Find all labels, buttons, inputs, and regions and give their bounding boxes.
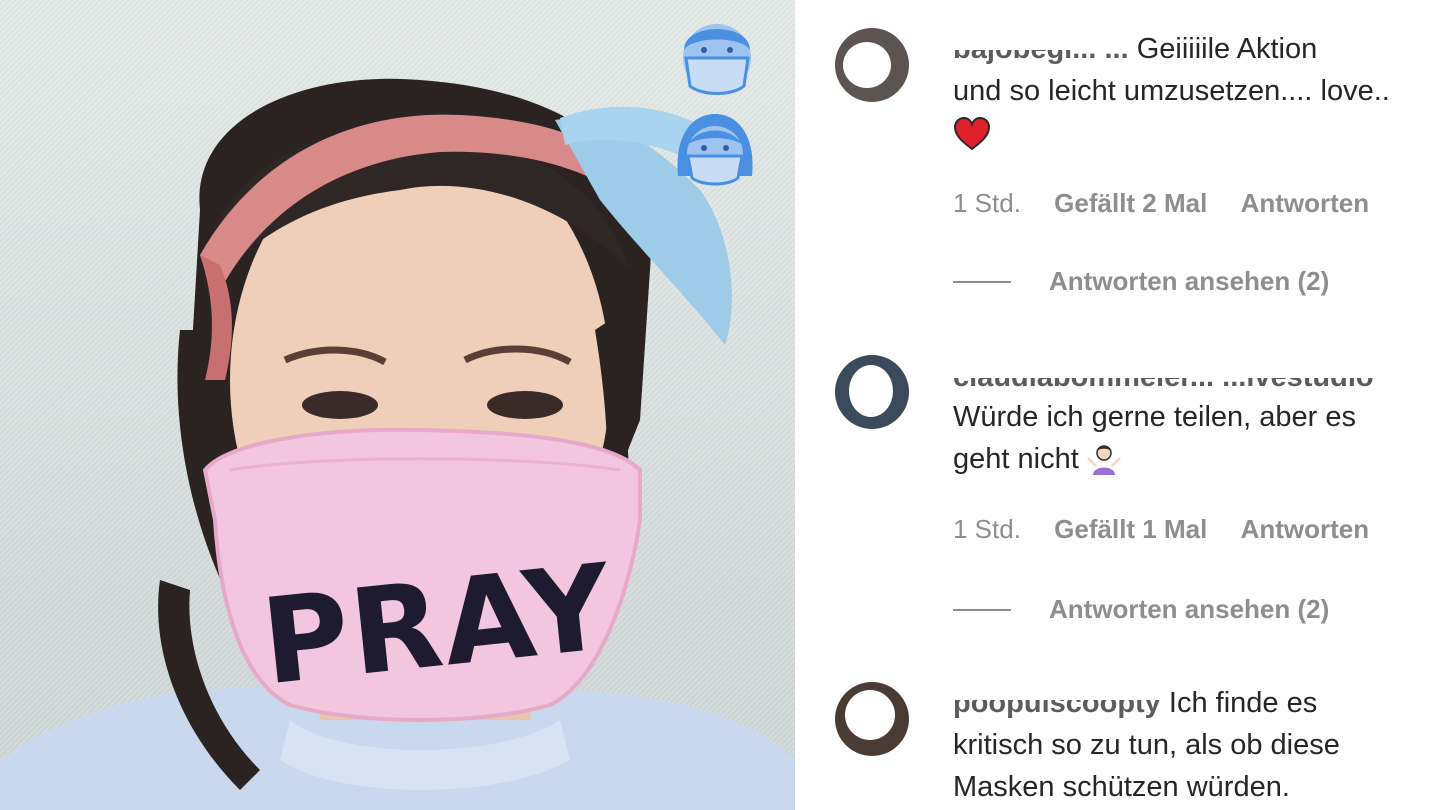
masked-woman-icon bbox=[677, 114, 753, 186]
person-shrugging-icon bbox=[1087, 445, 1121, 476]
comment-username[interactable]: claudiabommeler... ...ivestudio bbox=[953, 356, 1438, 396]
reply-button[interactable]: Antworten bbox=[1241, 188, 1370, 218]
replies-divider bbox=[953, 608, 1011, 611]
view-replies-button[interactable]: Antworten ansehen (2) bbox=[953, 266, 1329, 297]
view-replies-label: Antworten ansehen (2) bbox=[1049, 594, 1330, 624]
avatar[interactable] bbox=[835, 355, 909, 429]
masked-man-icon bbox=[683, 24, 751, 95]
comment-username[interactable]: poopulscoopty bbox=[953, 682, 1161, 724]
comment-text: claudiabommeler... ...ivestudio Würde ic… bbox=[953, 356, 1438, 480]
reply-button[interactable]: Antworten bbox=[1241, 514, 1370, 544]
comment-meta: 1 Std. Gefällt 1 Mal Antworten bbox=[953, 514, 1395, 545]
view-replies-button[interactable]: Antworten ansehen (2) bbox=[953, 594, 1329, 625]
comment-text: bajobegi... ... Geiiiiile Aktion und so … bbox=[953, 28, 1438, 154]
red-heart-icon bbox=[953, 117, 991, 151]
avatar[interactable] bbox=[835, 682, 909, 756]
comment-meta: 1 Std. Gefällt 2 Mal Antworten bbox=[953, 188, 1395, 219]
comment-time: 1 Std. bbox=[953, 188, 1021, 218]
avatar[interactable] bbox=[835, 28, 909, 102]
view-replies-label: Antworten ansehen (2) bbox=[1049, 266, 1330, 296]
comment-likes[interactable]: Gefällt 2 Mal bbox=[1054, 188, 1207, 218]
comment-time: 1 Std. bbox=[953, 514, 1021, 544]
video-frame: PRAY bbox=[0, 0, 795, 810]
replies-divider bbox=[953, 280, 1011, 283]
comments-panel: bajobegi... ... Geiiiiile Aktion und so … bbox=[795, 0, 1440, 810]
comment-likes[interactable]: Gefällt 1 Mal bbox=[1054, 514, 1207, 544]
comment-text: poopulscoopty Ich finde es kritisch so z… bbox=[953, 682, 1438, 808]
comment-username[interactable]: bajobegi... ... bbox=[953, 28, 1129, 70]
